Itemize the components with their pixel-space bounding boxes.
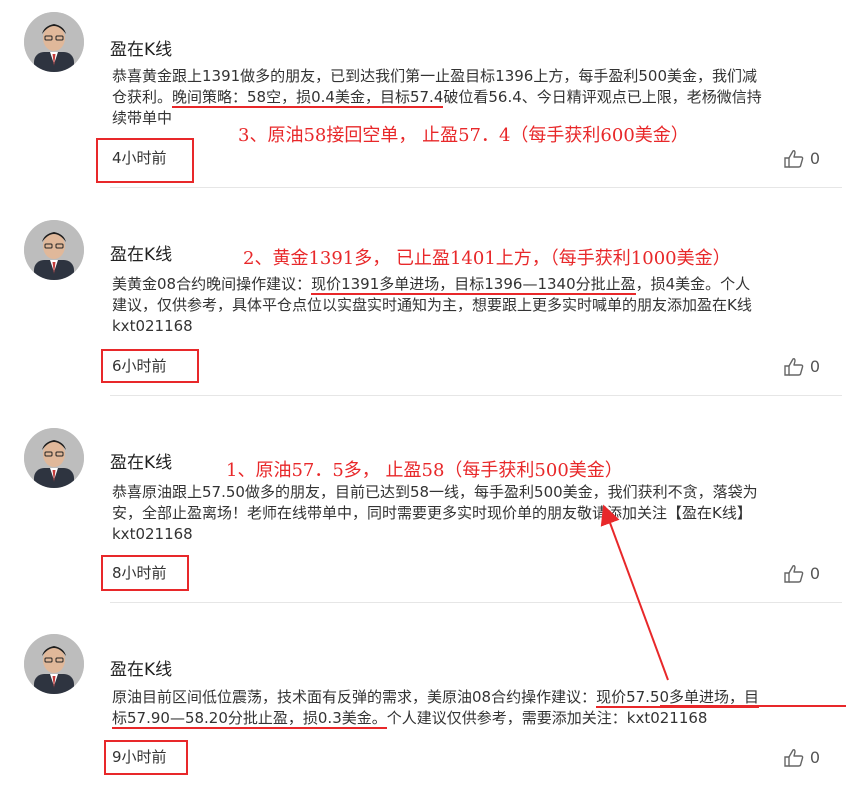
like-button[interactable]: 0 — [784, 564, 820, 583]
thumbs-up-icon — [784, 564, 804, 583]
avatar-image — [24, 428, 84, 488]
underlined-text: 标57.90—58.20分批止盈，损0.3美金。 — [112, 709, 387, 729]
underlined-text: 现价57.50多单进场，目 — [596, 688, 760, 708]
post-line: 标57.90—58.20分批止盈，损0.3美金。个人建议仅供参考，需要添加关注：… — [112, 708, 847, 729]
thumbs-up-icon — [784, 357, 804, 376]
post-line: 仓获利。晚间策略：58空，损0.4美金，目标57.4破位看56.4、今日精评观点… — [112, 87, 847, 108]
divider — [110, 187, 842, 188]
post-time: 8小时前 — [112, 564, 167, 582]
avatar[interactable] — [24, 12, 84, 72]
like-count: 0 — [809, 748, 820, 767]
avatar-image — [24, 220, 84, 280]
text-span: 仓获利。 — [112, 88, 173, 106]
post-line: kxt021168 — [112, 524, 847, 545]
text-span: 续带单中 — [112, 109, 173, 127]
like-button[interactable]: 0 — [784, 357, 820, 376]
post-line: 安，全部止盈离场！老师在线带单中，同时需要更多实时现价单的朋友敬请添加关注【盈在… — [112, 503, 847, 524]
avatar[interactable] — [24, 220, 84, 280]
thumbs-up-icon — [784, 149, 804, 168]
text-span: 安，全部止盈离场！老师在线带单中，同时需要更多实时现价单的朋友敬请添加关注【盈在… — [112, 504, 752, 522]
post-line: 美黄金08合约晚间操作建议：现价1391多单进场，目标1396—1340分批止盈… — [112, 274, 847, 295]
post-line: kxt021168 — [112, 316, 847, 337]
like-count: 0 — [809, 149, 820, 168]
post-author[interactable]: 盈在K线 — [110, 448, 172, 473]
text-span: 个人建议仅供参考，需要添加关注：kxt021168 — [386, 709, 708, 727]
text-span: kxt021168 — [112, 525, 193, 543]
post-author[interactable]: 盈在K线 — [110, 655, 172, 680]
avatar[interactable] — [24, 428, 84, 488]
text-span: 恭喜黄金跟上1391做多的朋友，已到达我们第一止盈目标1396上方，每手盈利50… — [112, 67, 757, 85]
post-line: 恭喜黄金跟上1391做多的朋友，已到达我们第一止盈目标1396上方，每手盈利50… — [112, 66, 847, 87]
underlined-text: 现价1391多单进场，目标1396—1340分批止盈 — [311, 275, 636, 295]
post-line: 恭喜原油跟上57.50做多的朋友，目前已达到58一线，每手盈利500美金，我们获… — [112, 482, 847, 503]
thumbs-up-icon — [784, 748, 804, 767]
post-time: 4小时前 — [112, 149, 167, 167]
text-span: ，损4美金。个人 — [635, 275, 751, 293]
avatar-image — [24, 634, 84, 694]
divider — [110, 602, 842, 603]
post-time: 9小时前 — [112, 748, 167, 766]
divider — [110, 395, 842, 396]
like-button[interactable]: 0 — [784, 149, 820, 168]
post-body: 原油目前区间低位震荡，技术面有反弹的需求，美原油08合约操作建议：现价57.50… — [112, 687, 847, 729]
text-span: 建议，仅供参考，具体平仓点位以实盘实时通知为主，想要跟上更多实时喊单的朋友添加盈… — [112, 296, 752, 314]
post-time: 6小时前 — [112, 357, 167, 375]
text-span: 美黄金08合约晚间操作建议： — [112, 275, 312, 293]
annotation-note: 1、原油57．5多， 止盈58（每手获利500美金） — [226, 460, 623, 481]
post-body: 恭喜黄金跟上1391做多的朋友，已到达我们第一止盈目标1396上方，每手盈利50… — [112, 66, 847, 129]
underlined-text: 晚间策略：58空，损0.4美金，目标57.4 — [172, 88, 444, 108]
post-body: 恭喜原油跟上57.50做多的朋友，目前已达到58一线，每手盈利500美金，我们获… — [112, 482, 847, 545]
text-span: kxt021168 — [112, 317, 193, 335]
post-line: 原油目前区间低位震荡，技术面有反弹的需求，美原油08合约操作建议：现价57.50… — [112, 687, 847, 708]
text-span: 恭喜原油跟上57.50做多的朋友，目前已达到58一线，每手盈利500美金，我们获… — [112, 483, 758, 501]
post-line: 建议，仅供参考，具体平仓点位以实盘实时通知为主，想要跟上更多实时喊单的朋友添加盈… — [112, 295, 847, 316]
like-count: 0 — [809, 564, 820, 583]
like-button[interactable]: 0 — [784, 748, 820, 767]
post-author[interactable]: 盈在K线 — [110, 240, 172, 265]
text-span: 破位看56.4、今日精评观点已上限，老杨微信持 — [443, 88, 762, 106]
like-count: 0 — [809, 357, 820, 376]
avatar[interactable] — [24, 634, 84, 694]
avatar-image — [24, 12, 84, 72]
annotation-note: 3、原油58接回空单， 止盈57．4（每手获利600美金） — [238, 125, 689, 146]
annotation-note: 2、黄金1391多， 已止盈1401上方，（每手获利1000美金） — [243, 248, 731, 269]
post-author[interactable]: 盈在K线 — [110, 35, 172, 60]
text-span: 原油目前区间低位震荡，技术面有反弹的需求，美原油08合约操作建议： — [112, 688, 597, 706]
post-body: 美黄金08合约晚间操作建议：现价1391多单进场，目标1396—1340分批止盈… — [112, 274, 847, 337]
